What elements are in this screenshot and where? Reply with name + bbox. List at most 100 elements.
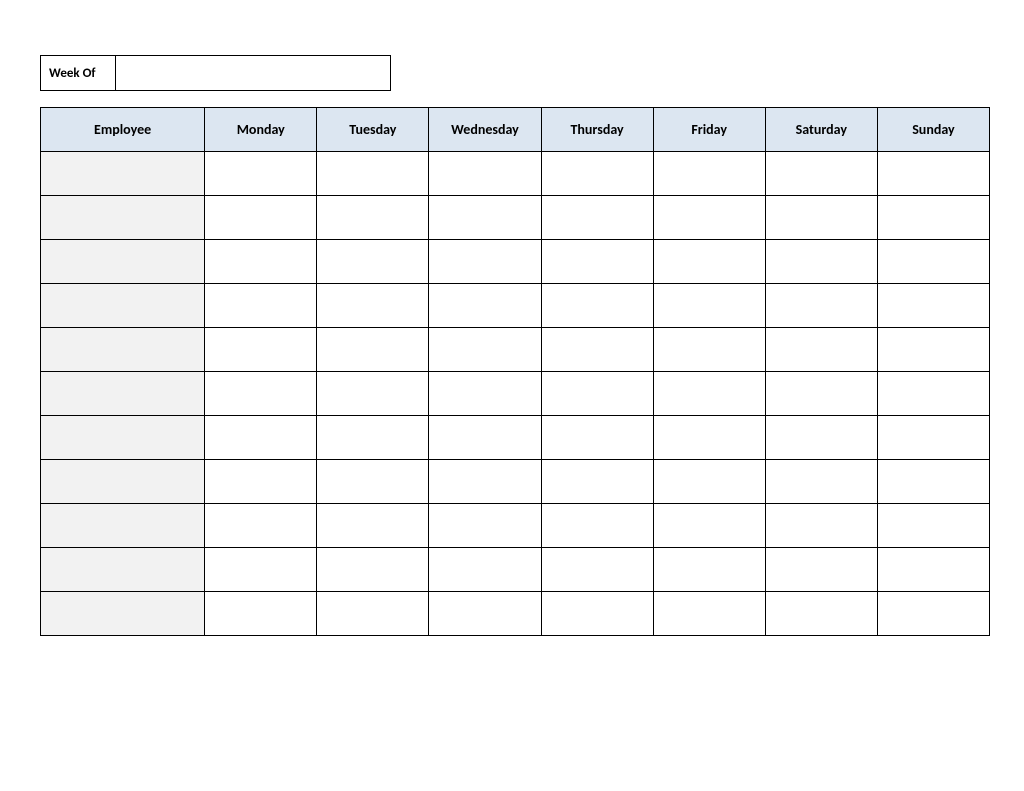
schedule-cell[interactable]: [877, 284, 989, 328]
schedule-cell[interactable]: [541, 196, 653, 240]
table-row: [41, 460, 990, 504]
schedule-cell[interactable]: [765, 504, 877, 548]
schedule-cell[interactable]: [877, 416, 989, 460]
schedule-cell[interactable]: [205, 152, 317, 196]
schedule-cell[interactable]: [765, 372, 877, 416]
schedule-cell[interactable]: [653, 196, 765, 240]
schedule-cell[interactable]: [317, 152, 429, 196]
schedule-cell[interactable]: [541, 284, 653, 328]
schedule-cell[interactable]: [877, 152, 989, 196]
schedule-cell[interactable]: [653, 592, 765, 636]
table-row: [41, 328, 990, 372]
employee-cell[interactable]: [41, 548, 205, 592]
employee-cell[interactable]: [41, 328, 205, 372]
schedule-cell[interactable]: [205, 416, 317, 460]
schedule-cell[interactable]: [317, 328, 429, 372]
table-row: [41, 592, 990, 636]
schedule-cell[interactable]: [205, 592, 317, 636]
schedule-cell[interactable]: [877, 504, 989, 548]
schedule-cell[interactable]: [653, 372, 765, 416]
schedule-cell[interactable]: [541, 504, 653, 548]
schedule-cell[interactable]: [877, 592, 989, 636]
schedule-cell[interactable]: [429, 284, 541, 328]
schedule-cell[interactable]: [541, 416, 653, 460]
schedule-cell[interactable]: [205, 460, 317, 504]
schedule-cell[interactable]: [429, 548, 541, 592]
schedule-cell[interactable]: [429, 152, 541, 196]
schedule-cell[interactable]: [317, 240, 429, 284]
schedule-cell[interactable]: [317, 460, 429, 504]
schedule-cell[interactable]: [877, 372, 989, 416]
week-of-input[interactable]: [116, 55, 391, 91]
schedule-cell[interactable]: [317, 548, 429, 592]
table-row: [41, 548, 990, 592]
schedule-cell[interactable]: [877, 196, 989, 240]
schedule-cell[interactable]: [317, 284, 429, 328]
schedule-cell[interactable]: [765, 548, 877, 592]
schedule-cell[interactable]: [877, 240, 989, 284]
employee-cell[interactable]: [41, 592, 205, 636]
employee-cell[interactable]: [41, 460, 205, 504]
schedule-cell[interactable]: [205, 548, 317, 592]
schedule-cell[interactable]: [317, 592, 429, 636]
table-row: [41, 416, 990, 460]
schedule-cell[interactable]: [317, 196, 429, 240]
schedule-cell[interactable]: [541, 592, 653, 636]
schedule-cell[interactable]: [429, 592, 541, 636]
schedule-cell[interactable]: [429, 416, 541, 460]
header-saturday: Saturday: [765, 108, 877, 152]
schedule-cell[interactable]: [653, 460, 765, 504]
schedule-cell[interactable]: [877, 548, 989, 592]
schedule-cell[interactable]: [765, 152, 877, 196]
employee-cell[interactable]: [41, 152, 205, 196]
employee-cell[interactable]: [41, 504, 205, 548]
schedule-cell[interactable]: [653, 416, 765, 460]
employee-cell[interactable]: [41, 284, 205, 328]
schedule-cell[interactable]: [541, 460, 653, 504]
schedule-cell[interactable]: [541, 152, 653, 196]
schedule-cell[interactable]: [765, 240, 877, 284]
schedule-cell[interactable]: [877, 460, 989, 504]
schedule-cell[interactable]: [205, 284, 317, 328]
schedule-cell[interactable]: [205, 196, 317, 240]
schedule-cell[interactable]: [317, 372, 429, 416]
schedule-cell[interactable]: [765, 592, 877, 636]
schedule-cell[interactable]: [317, 416, 429, 460]
schedule-cell[interactable]: [653, 240, 765, 284]
schedule-cell[interactable]: [541, 548, 653, 592]
schedule-cell[interactable]: [653, 152, 765, 196]
schedule-cell[interactable]: [765, 284, 877, 328]
schedule-cell[interactable]: [541, 372, 653, 416]
header-sunday: Sunday: [877, 108, 989, 152]
table-row: [41, 152, 990, 196]
schedule-cell[interactable]: [205, 240, 317, 284]
schedule-cell[interactable]: [653, 284, 765, 328]
schedule-cell[interactable]: [429, 372, 541, 416]
schedule-cell[interactable]: [541, 328, 653, 372]
employee-cell[interactable]: [41, 416, 205, 460]
employee-cell[interactable]: [41, 196, 205, 240]
schedule-cell[interactable]: [205, 372, 317, 416]
schedule-cell[interactable]: [429, 196, 541, 240]
header-wednesday: Wednesday: [429, 108, 541, 152]
schedule-cell[interactable]: [877, 328, 989, 372]
schedule-cell[interactable]: [205, 328, 317, 372]
schedule-cell[interactable]: [653, 548, 765, 592]
schedule-cell[interactable]: [429, 504, 541, 548]
header-thursday: Thursday: [541, 108, 653, 152]
schedule-cell[interactable]: [653, 328, 765, 372]
table-row: [41, 372, 990, 416]
schedule-cell[interactable]: [205, 504, 317, 548]
schedule-cell[interactable]: [317, 504, 429, 548]
schedule-cell[interactable]: [541, 240, 653, 284]
schedule-cell[interactable]: [765, 196, 877, 240]
schedule-cell[interactable]: [765, 328, 877, 372]
schedule-cell[interactable]: [429, 460, 541, 504]
employee-cell[interactable]: [41, 372, 205, 416]
schedule-cell[interactable]: [765, 416, 877, 460]
schedule-cell[interactable]: [429, 240, 541, 284]
employee-cell[interactable]: [41, 240, 205, 284]
schedule-cell[interactable]: [765, 460, 877, 504]
schedule-cell[interactable]: [429, 328, 541, 372]
schedule-cell[interactable]: [653, 504, 765, 548]
